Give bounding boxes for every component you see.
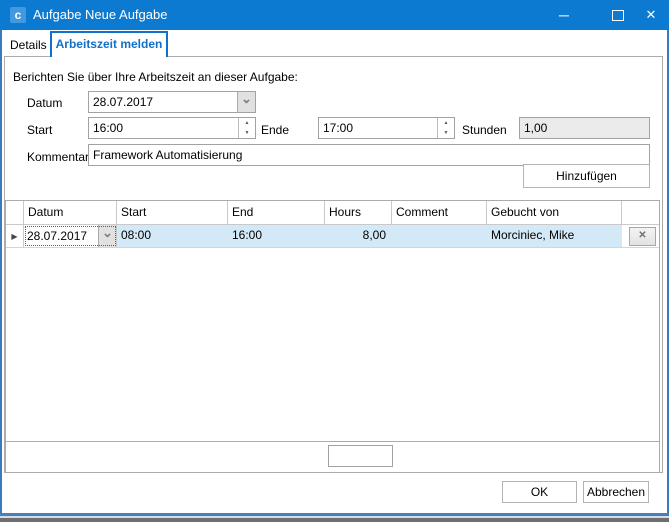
window-title: Aufgabe Neue Aufgabe	[33, 0, 167, 30]
hinzufuegen-button[interactable]: Hinzufügen	[523, 164, 650, 188]
stunden-label: Stunden	[462, 123, 507, 137]
grid-header-datum[interactable]: Datum	[24, 201, 117, 224]
start-time-spinner[interactable]: ▲ ▼	[88, 117, 256, 139]
stunden-readonly-field	[519, 117, 650, 139]
row-actions-cell: ✕	[622, 225, 659, 247]
row-indicator-icon: ▶	[11, 232, 17, 241]
tab-details[interactable]: Details	[6, 34, 51, 56]
title-bar: c Aufgabe Neue Aufgabe ─ ✕	[0, 0, 669, 30]
grid-empty-area	[6, 248, 659, 441]
row-end-cell[interactable]: 16:00	[228, 225, 325, 247]
delete-icon: ✕	[638, 230, 646, 241]
row-datum-cell[interactable]: ⌄	[24, 225, 117, 247]
grid-header-actions	[622, 201, 659, 224]
stunden-value	[520, 118, 649, 138]
start-input[interactable]	[89, 118, 238, 138]
ende-spin-buttons[interactable]: ▲ ▼	[437, 118, 454, 138]
maximize-icon	[612, 10, 624, 21]
start-label: Start	[27, 123, 52, 137]
dialog-window: c Aufgabe Neue Aufgabe ─ ✕ Details Arbei…	[0, 0, 669, 522]
row-datum-input[interactable]	[24, 225, 98, 247]
minimize-icon: ─	[559, 7, 569, 23]
grid-footer-strip	[6, 441, 659, 472]
spinner-down-icon[interactable]: ▼	[438, 128, 454, 138]
window-border-left	[0, 30, 2, 513]
maximize-button[interactable]	[603, 0, 633, 30]
ende-time-spinner[interactable]: ▲ ▼	[318, 117, 455, 139]
datum-dropdown-button[interactable]: ⌄	[237, 92, 255, 112]
grid-header-end[interactable]: End	[228, 201, 325, 224]
datum-label: Datum	[27, 96, 62, 110]
kommentar-label: Kommentar	[27, 150, 89, 164]
row-datum-editor[interactable]: ⌄	[24, 225, 117, 247]
grid-footer-edit-box[interactable]	[328, 445, 393, 467]
row-hours-cell[interactable]: 8,00	[325, 225, 392, 247]
spinner-up-icon[interactable]: ▲	[438, 118, 454, 128]
ende-input[interactable]	[319, 118, 437, 138]
start-spin-buttons[interactable]: ▲ ▼	[238, 118, 255, 138]
grid-header-start[interactable]: Start	[117, 201, 228, 224]
ok-button[interactable]: OK	[502, 481, 577, 503]
grid-header-gebucht-von[interactable]: Gebucht von	[487, 201, 622, 224]
grid-header-hours[interactable]: Hours	[325, 201, 392, 224]
row-indicator-cell: ▶	[6, 225, 24, 247]
chevron-down-icon: ⌄	[241, 91, 252, 107]
delete-row-button[interactable]: ✕	[629, 227, 656, 246]
app-logo-icon: c	[10, 7, 26, 23]
table-row[interactable]: ▶ ⌄ 08:00 16:00 8,00 Morciniec, Mike ✕	[6, 225, 659, 248]
row-start-cell[interactable]: 08:00	[117, 225, 228, 247]
grid-header-row: Datum Start End Hours Comment Gebucht vo…	[6, 201, 659, 225]
chevron-down-icon: ⌄	[102, 225, 113, 241]
tab-arbeitszeit-melden[interactable]: Arbeitszeit melden	[50, 31, 168, 57]
tab-page-arbeitszeit: Berichten Sie über Ihre Arbeitszeit an d…	[4, 56, 663, 473]
spinner-up-icon[interactable]: ▲	[239, 118, 255, 128]
datum-combobox[interactable]: ⌄	[88, 91, 256, 113]
abbrechen-button[interactable]: Abbrechen	[583, 481, 649, 503]
spinner-down-icon[interactable]: ▼	[239, 128, 255, 138]
minimize-button[interactable]: ─	[549, 0, 579, 30]
datum-input[interactable]	[89, 92, 237, 112]
close-button[interactable]: ✕	[636, 0, 666, 30]
kommentar-field[interactable]	[88, 144, 650, 166]
row-gebucht-von-cell[interactable]: Morciniec, Mike	[487, 225, 622, 247]
grid-header-comment[interactable]: Comment	[392, 201, 487, 224]
instruction-text: Berichten Sie über Ihre Arbeitszeit an d…	[13, 70, 298, 84]
window-border-bottom-shadow	[0, 518, 669, 522]
worktime-grid: Datum Start End Hours Comment Gebucht vo…	[5, 200, 660, 473]
row-comment-cell[interactable]	[392, 225, 487, 247]
grid-header-indicator	[6, 201, 24, 224]
kommentar-input[interactable]	[89, 145, 649, 165]
ende-label: Ende	[261, 123, 289, 137]
row-datum-dropdown-button[interactable]: ⌄	[98, 225, 116, 247]
close-icon: ✕	[646, 7, 657, 23]
